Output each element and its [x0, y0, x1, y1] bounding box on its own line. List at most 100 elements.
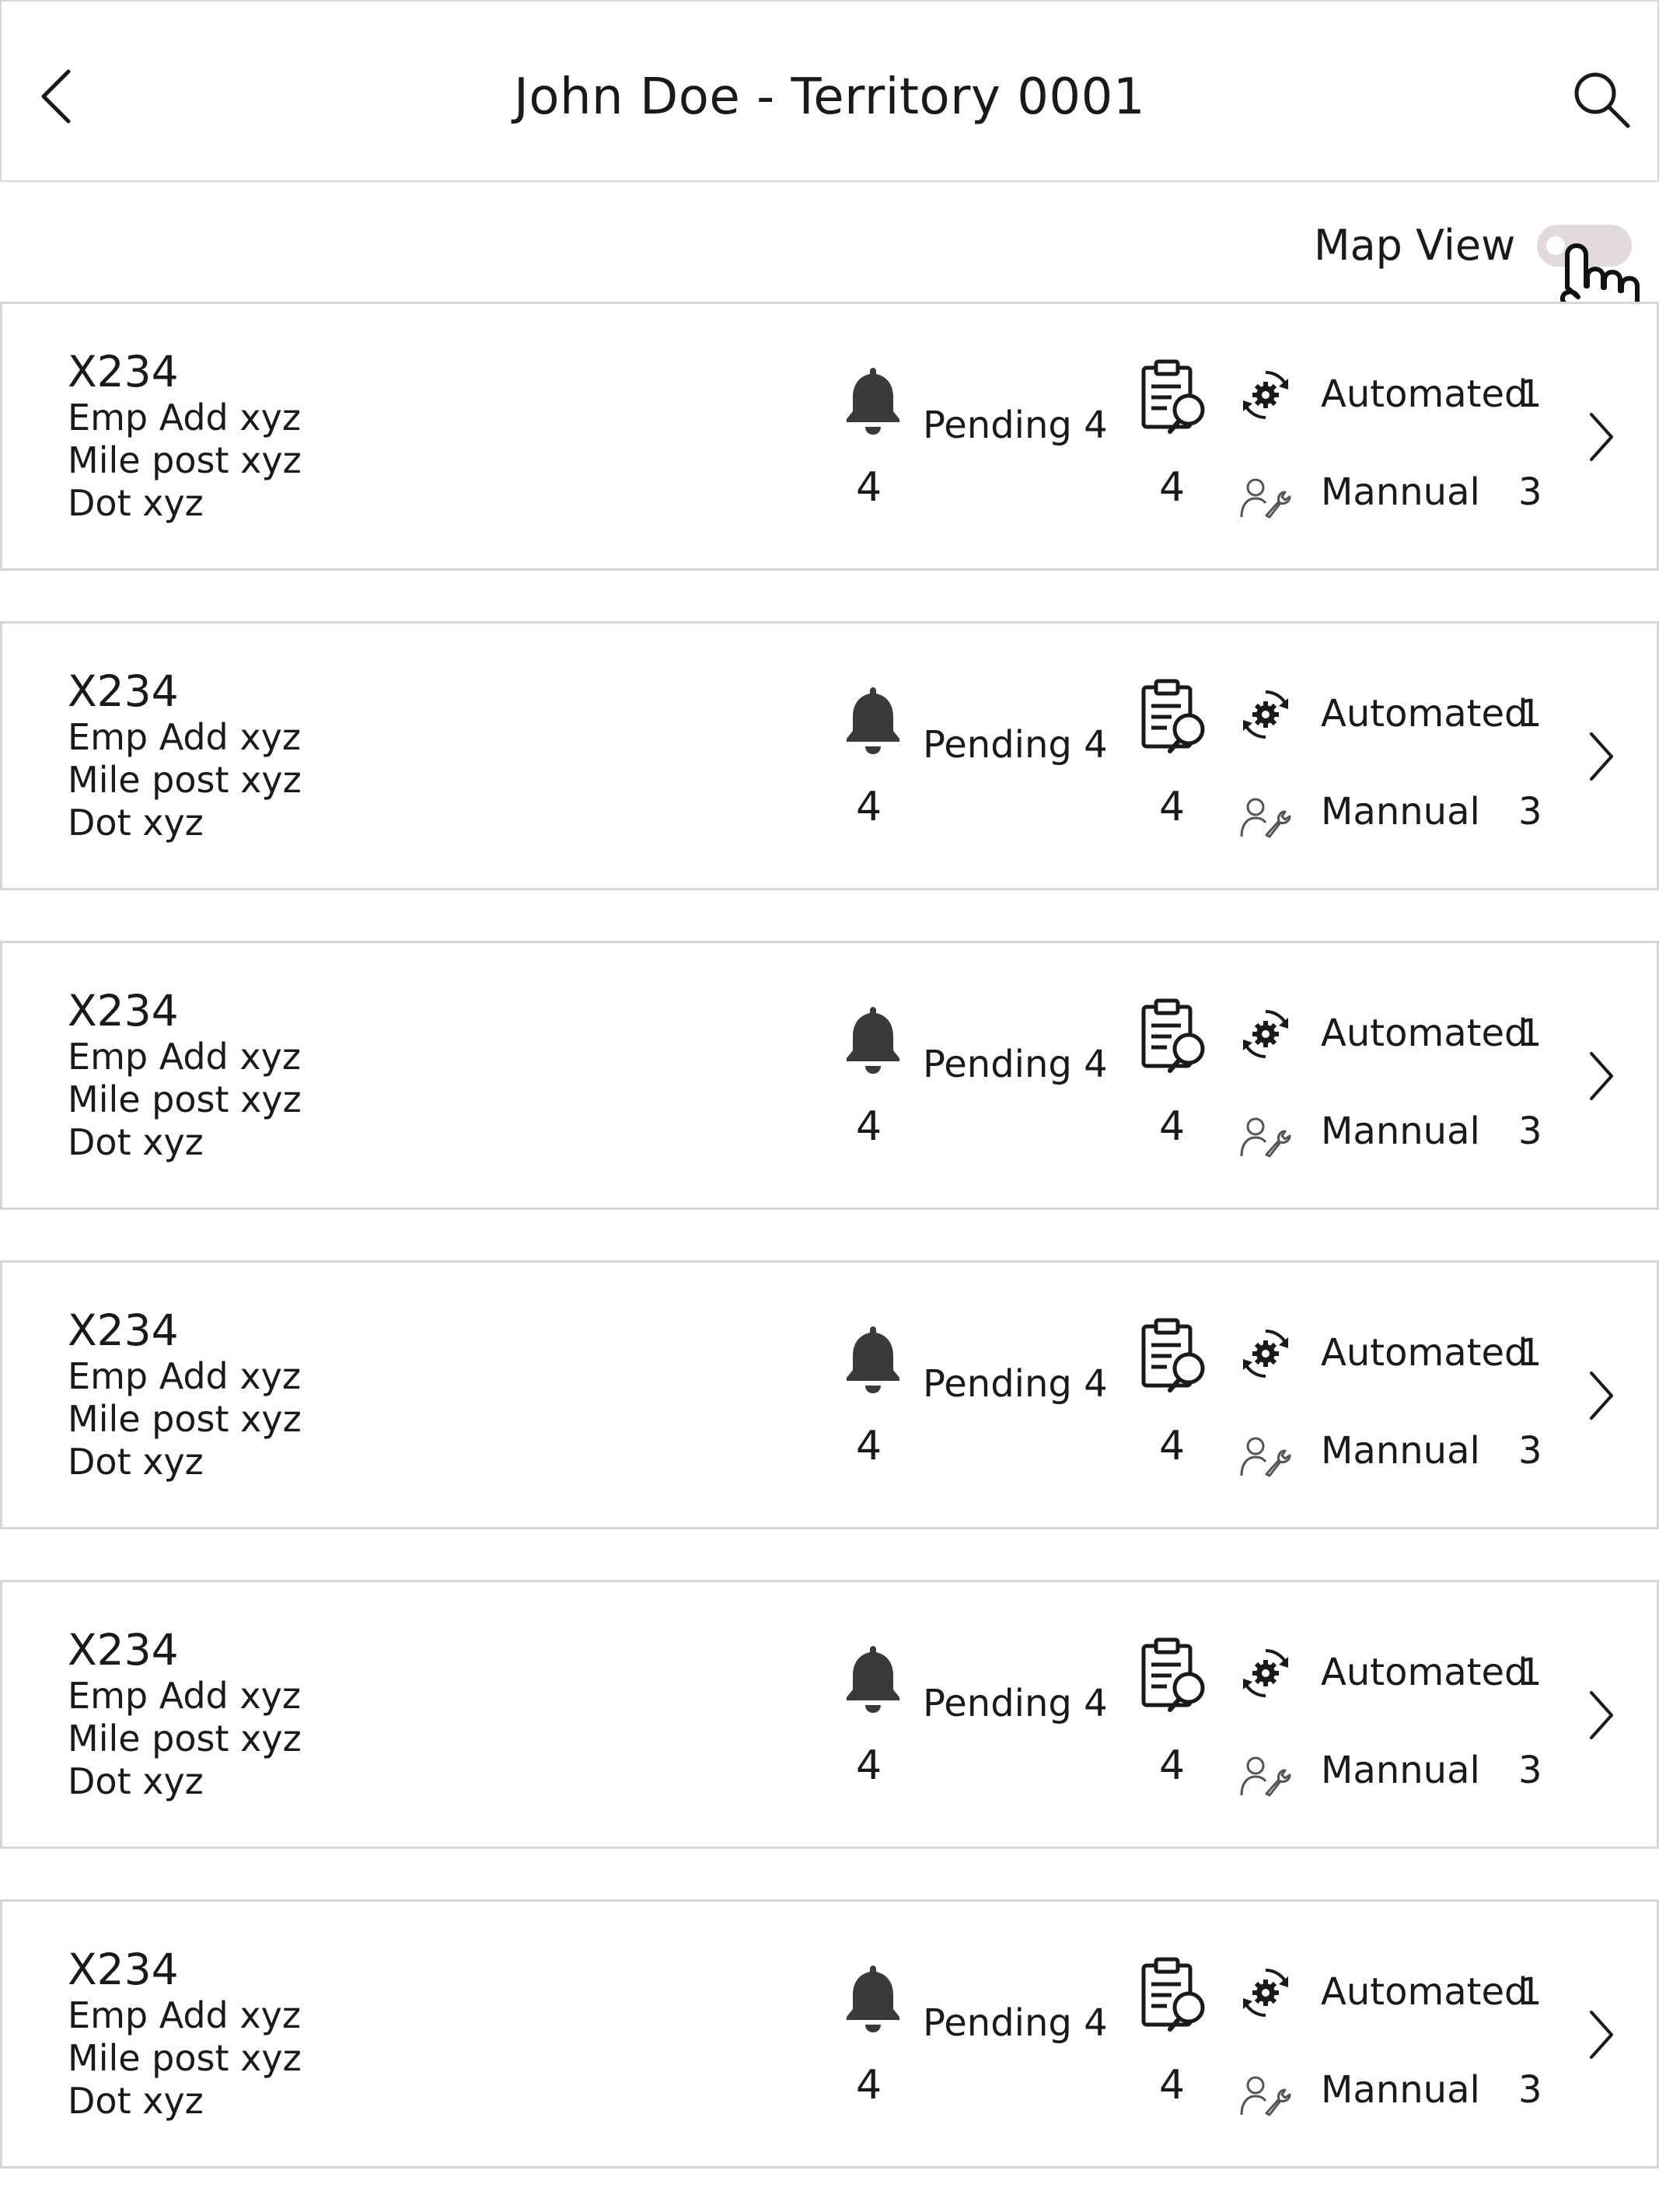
card-dot: Dot xyz [68, 1760, 204, 1802]
manual-label: Mannual [1321, 2068, 1480, 2112]
alerts-count: 4 [856, 2062, 882, 2109]
chevron-right-icon[interactable] [1585, 1368, 1616, 1423]
automated-label: Automated [1321, 1651, 1528, 1694]
automated-label: Automated [1321, 1331, 1528, 1375]
card-code: X234 [68, 1305, 179, 1355]
inspections-count: 4 [1159, 464, 1186, 511]
alerts-count: 4 [856, 784, 882, 830]
toggle-knob [1546, 236, 1566, 255]
territory-card[interactable]: X234 Emp Add xyz Mile post xyz Dot xyz 4… [0, 621, 1659, 890]
manual-count: 3 [1518, 1429, 1542, 1473]
manual-label: Mannual [1321, 1749, 1480, 1792]
pending-label: Pending 4 [923, 723, 1108, 767]
manual-count: 3 [1518, 2068, 1542, 2112]
bell-icon [847, 1646, 899, 1713]
automated-label: Automated [1321, 692, 1528, 736]
manual-count: 3 [1518, 790, 1542, 833]
map-view-toggle[interactable] [1537, 225, 1633, 267]
territory-card[interactable]: X234 Emp Add xyz Mile post xyz Dot xyz 4… [0, 302, 1659, 571]
automated-label: Automated [1321, 372, 1528, 416]
territory-card[interactable]: X234 Emp Add xyz Mile post xyz Dot xyz 4… [0, 1260, 1659, 1529]
clipboard-search-icon [1141, 359, 1205, 434]
alerts-count: 4 [856, 1103, 882, 1150]
chevron-right-icon[interactable] [1585, 1688, 1616, 1742]
card-mile-post: Mile post xyz [68, 1718, 302, 1759]
territory-card[interactable]: X234 Emp Add xyz Mile post xyz Dot xyz 4… [0, 1899, 1659, 2168]
card-code: X234 [68, 1945, 179, 1994]
alerts-count: 4 [856, 1742, 882, 1789]
automated-gear-icon [1243, 1648, 1288, 1698]
pending-label: Pending 4 [923, 2001, 1108, 2045]
automated-label: Automated [1321, 1970, 1528, 2014]
bell-icon [847, 368, 899, 435]
card-dot: Dot xyz [68, 802, 204, 844]
card-dot: Dot xyz [68, 1441, 204, 1483]
card-mile-post: Mile post xyz [68, 1078, 302, 1120]
card-emp-add: Emp Add xyz [68, 1036, 301, 1078]
card-mile-post: Mile post xyz [68, 1398, 302, 1440]
card-code: X234 [68, 1625, 179, 1675]
territory-card[interactable]: X234 Emp Add xyz Mile post xyz Dot xyz 4… [0, 941, 1659, 1210]
automated-count: 1 [1518, 692, 1542, 736]
automated-count: 1 [1518, 372, 1542, 416]
manual-user-wrench-icon [1240, 1437, 1291, 1477]
manual-label: Mannual [1321, 1429, 1480, 1473]
card-dot: Dot xyz [68, 482, 204, 524]
card-emp-add: Emp Add xyz [68, 1994, 301, 2036]
inspections-count: 4 [1159, 1103, 1186, 1150]
bell-icon [847, 1326, 899, 1393]
automated-gear-icon [1243, 690, 1288, 739]
clipboard-search-icon [1141, 679, 1205, 753]
automated-gear-icon [1243, 1009, 1288, 1059]
map-view-label: Map View [1314, 221, 1516, 270]
pending-label: Pending 4 [923, 404, 1108, 447]
manual-count: 3 [1518, 470, 1542, 514]
manual-label: Mannual [1321, 470, 1480, 514]
inspections-count: 4 [1159, 1423, 1186, 1469]
card-dot: Dot xyz [68, 2080, 204, 2122]
clipboard-search-icon [1141, 1957, 1205, 2032]
card-mile-post: Mile post xyz [68, 759, 302, 801]
chevron-right-icon[interactable] [1585, 2008, 1616, 2062]
card-dot: Dot xyz [68, 1121, 204, 1163]
territory-card[interactable]: X234 Emp Add xyz Mile post xyz Dot xyz 4… [0, 1580, 1659, 1849]
manual-label: Mannual [1321, 790, 1480, 833]
card-emp-add: Emp Add xyz [68, 1355, 301, 1397]
app-header: John Doe - Territory 0001 [0, 0, 1659, 182]
clipboard-search-icon [1141, 1318, 1205, 1393]
chevron-right-icon[interactable] [1585, 729, 1616, 784]
pending-label: Pending 4 [923, 1682, 1108, 1725]
card-emp-add: Emp Add xyz [68, 397, 301, 439]
card-emp-add: Emp Add xyz [68, 1675, 301, 1717]
card-emp-add: Emp Add xyz [68, 716, 301, 758]
search-button[interactable] [1570, 68, 1633, 131]
manual-count: 3 [1518, 1749, 1542, 1792]
inspections-count: 4 [1159, 784, 1186, 830]
search-icon [1574, 72, 1630, 128]
automated-gear-icon [1243, 1329, 1288, 1379]
automated-count: 1 [1518, 1012, 1542, 1055]
card-code: X234 [68, 347, 179, 397]
card-mile-post: Mile post xyz [68, 439, 302, 481]
chevron-right-icon[interactable] [1585, 1049, 1616, 1103]
inspections-count: 4 [1159, 2062, 1186, 2109]
manual-user-wrench-icon [1240, 478, 1291, 519]
automated-count: 1 [1518, 1970, 1542, 2014]
pending-label: Pending 4 [923, 1043, 1108, 1086]
manual-user-wrench-icon [1240, 798, 1291, 838]
manual-count: 3 [1518, 1109, 1542, 1153]
automated-gear-icon [1243, 1968, 1288, 2018]
chevron-right-icon[interactable] [1585, 410, 1616, 464]
alerts-count: 4 [856, 464, 882, 511]
manual-user-wrench-icon [1240, 1117, 1291, 1158]
automated-gear-icon [1243, 370, 1288, 420]
clipboard-search-icon [1141, 998, 1205, 1073]
bell-icon [847, 1007, 899, 1074]
bell-icon [847, 687, 899, 754]
pending-label: Pending 4 [923, 1362, 1108, 1406]
clipboard-search-icon [1141, 1637, 1205, 1712]
inspections-count: 4 [1159, 1742, 1186, 1789]
alerts-count: 4 [856, 1423, 882, 1469]
card-mile-post: Mile post xyz [68, 2037, 302, 2079]
card-code: X234 [68, 986, 179, 1036]
